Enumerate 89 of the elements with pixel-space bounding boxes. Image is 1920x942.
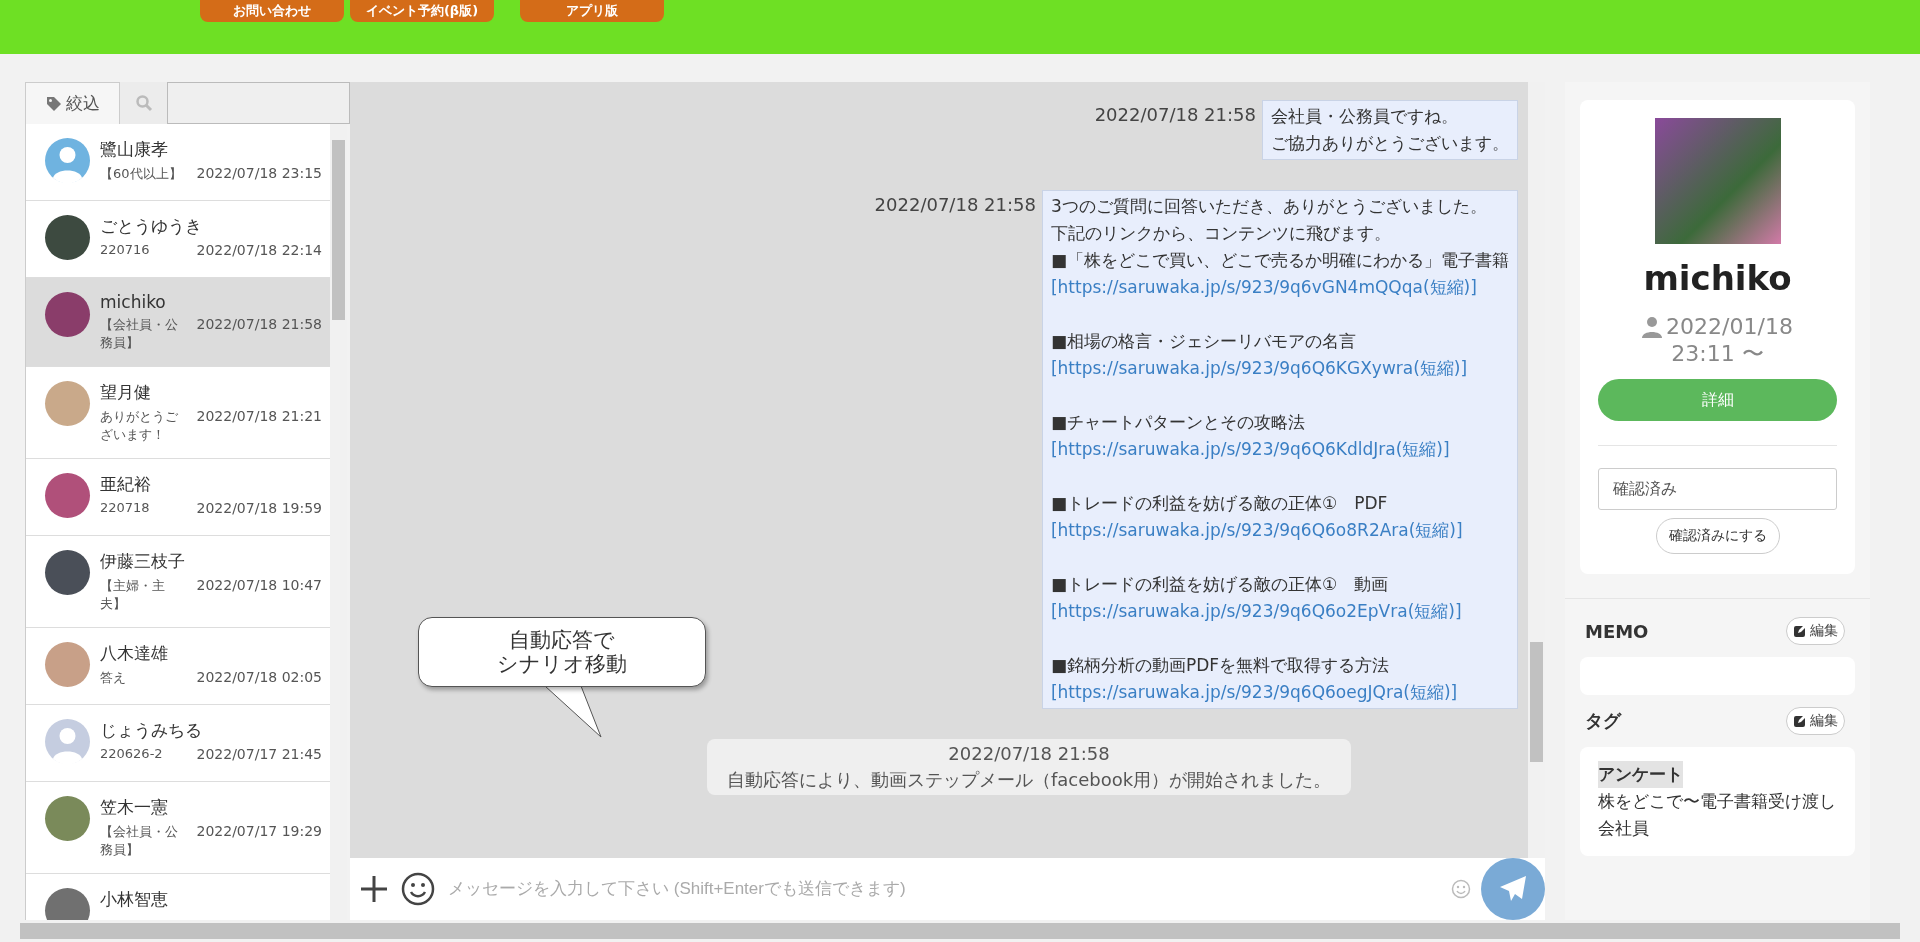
header-button[interactable]: お問い合わせ [200,0,344,22]
message-preview: ありがとうございます！ [100,408,179,444]
search-button[interactable] [120,82,167,124]
registered-date: 2022/01/18 [1666,314,1793,339]
contact-name: 八木達雄 [100,642,169,665]
avatar-icon [45,719,90,764]
plus-icon[interactable] [358,873,390,905]
message-text: 下記のリンクから、コンテンツに飛びます。 [1050,222,1392,245]
contact-name: 小林智恵 [100,888,169,911]
message-link[interactable]: [https://saruwaka.jp/s/923/9q6Q6o8R2Ara(短縮)] [1050,517,1509,544]
avatar-photo-placeholder [45,796,90,841]
tag-text: 会社員 [1598,817,1649,840]
edit-icon [1793,714,1807,728]
message-text: ご協力ありがとうございます。 [1271,132,1509,155]
message-preview: 220626-2 [100,746,164,761]
contact-name: michiko [100,292,167,312]
contact-time: 2022/07/18 23:15 [196,165,322,181]
contact-item[interactable]: michiko 【会社員・公務員】 2022/07/18 21:58 [26,278,330,367]
message-preview: 【会社員・公務員】 [100,316,179,352]
message-text: ■銘柄分析の動画PDFを無料で取得する方法 [1050,654,1391,677]
message-text: ■「株をどこで買い、どこで売るか明確にわかる」電子書籍 [1050,249,1509,272]
avatar-photo-placeholder [45,215,90,260]
message-preview: 【会社員・公務員】 [100,823,179,859]
message-preview: 【60代以上】 [100,165,183,183]
filter-tab[interactable]: 絞込 [25,82,120,124]
header-button[interactable]: アプリ版 [520,0,664,22]
avatar-photo-placeholder [45,381,90,426]
contact-time: 2022/07/17 21:45 [196,746,322,762]
tag-title: タグ [1585,709,1621,733]
contact-time: 2022/07/17 19:29 [196,823,322,839]
contact-time: 2022/07/18 19:59 [196,500,322,516]
search-icon [134,94,153,112]
header-button[interactable]: イベント予約(β版) [350,0,494,22]
message-preview: 答え [100,669,127,687]
smiley-icon[interactable] [400,871,436,907]
contact-time: 2022/07/18 21:21 [196,408,322,424]
message-time: 2022/07/18 21:58 [1094,103,1256,125]
avatar-photo-placeholder [45,473,90,518]
avatar-icon [45,138,90,183]
person-icon [1642,315,1663,338]
avatar-photo-placeholder [45,642,90,687]
edit-button[interactable]: 編集 [1786,617,1845,645]
tag-icon [45,95,62,112]
avatar-photo-placeholder [45,292,90,337]
contact-time: 2022/07/18 21:58 [196,316,322,332]
message-preview: 220718 [100,500,151,515]
contact-name: 亜紀裕 [100,473,152,496]
message-text: 3つのご質問に回答いただき、ありがとうございました。 [1050,195,1488,218]
send-button[interactable] [1481,858,1545,920]
contact-name: 望月健 [100,381,152,404]
contact-name: 伊藤三枝子 [100,550,186,573]
contact-time: 2022/07/18 22:14 [196,242,322,258]
message-text: 会社員・公務員ですね。 [1271,105,1459,128]
profile-name: michiko [1643,258,1792,298]
message-link[interactable]: [https://saruwaka.jp/s/923/9q6Q6KdldJra(短縮)] [1050,436,1509,463]
avatar-photo-placeholder [45,888,90,920]
memo-title: MEMO [1585,620,1649,642]
tag-text: 株をどこで〜電子書籍受け渡し [1598,790,1836,813]
avatar-photo-placeholder [45,550,90,595]
system-text: 自動応答により、動画ステップメール（facebook用）が開始されました。 [726,768,1332,792]
message-text: ■相場の格言・ジェシーリバモアの名言 [1050,330,1357,353]
contact-time: 2022/07/18 10:47 [196,577,322,593]
contact-name: ごとうゆうき [100,215,203,238]
callout-text: シナリオ移動 [497,652,627,676]
message-link[interactable]: [https://saruwaka.jp/s/923/9q6Q6KGXywra(短縮)] [1050,355,1509,382]
edit-icon [1793,624,1807,638]
message-link[interactable]: [https://saruwaka.jp/s/923/9q6Q6oegJQra(短縮)] [1050,679,1509,706]
contact-name: 笠木一憲 [100,796,169,819]
tag-group-title: アンケート [1598,761,1683,788]
contact-name: 鷺山康孝 [100,138,169,161]
mark-confirmed-button[interactable]: 確認済みにする [1655,518,1780,554]
message-link[interactable]: [https://saruwaka.jp/s/923/9q6vGN4mQQqa(短縮)] [1050,274,1509,301]
message-preview: 220716 [100,242,151,257]
message-text: ■トレードの利益を妨げる敵の正体① 動画 [1050,573,1390,596]
message-preview: 【主婦・主夫】 [100,577,166,613]
status-field[interactable]: 確認済み [1598,468,1837,510]
message-time: 2022/07/18 21:58 [874,193,1036,215]
system-time: 2022/07/18 21:58 [948,742,1110,766]
contact-name: じょうみちる [100,719,203,742]
edit-button[interactable]: 編集 [1786,707,1845,735]
search-field[interactable] [167,82,350,124]
message-composer[interactable]: メッセージを入力して下さい (Shift+Enterでも送信できます) [350,858,1545,920]
contact-time: 2022/07/18 02:05 [196,669,322,685]
message-text: ■チャートパターンとその攻略法 [1050,411,1306,434]
emoji-icon[interactable] [1451,879,1471,899]
registered-time: 23:11 〜 [1671,340,1764,368]
callout-text: 自動応答で [509,628,615,652]
message-text: ■トレードの利益を妨げる敵の正体① PDF [1050,492,1389,515]
message-link[interactable]: [https://saruwaka.jp/s/923/9q6Q6o2EpVra(短縮)] [1050,598,1509,625]
